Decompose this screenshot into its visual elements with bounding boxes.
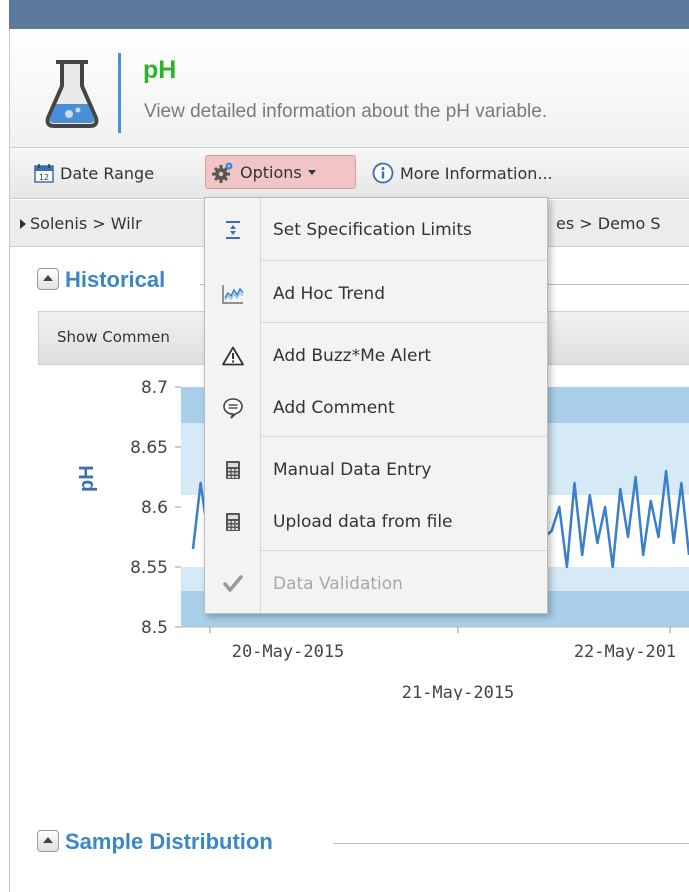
x-tick-label: 20-May-2015 xyxy=(232,642,345,662)
calendar-icon: 12 xyxy=(34,164,54,183)
breadcrumb-path-right[interactable]: es > Demo S xyxy=(556,214,661,233)
date-range-label: Date Range xyxy=(60,163,155,183)
historical-section-header[interactable]: Historical xyxy=(37,267,165,293)
breadcrumb-path-left[interactable]: Solenis > Wilr xyxy=(30,214,142,233)
menu-item-data-validation: Data Validation xyxy=(205,564,547,604)
speech-bubble-icon xyxy=(223,398,243,419)
show-comments-button[interactable]: Show Commen xyxy=(57,328,170,346)
menu-item-manual-data-entry[interactable]: Manual Data Entry xyxy=(205,450,547,490)
gears-icon xyxy=(212,162,233,183)
breadcrumb-expand-icon[interactable] xyxy=(20,219,26,229)
y-tick-label: 8.5 xyxy=(141,618,168,638)
date-range-button[interactable]: 12 Date Range xyxy=(34,158,154,188)
menu-item-set-specification-limits[interactable]: Set Specification Limits xyxy=(205,210,547,250)
menu-item-add-buzz-me-alert[interactable]: Add Buzz*Me Alert xyxy=(205,336,547,376)
x-tick-label: 21-May-2015 xyxy=(402,683,515,700)
more-information-button[interactable]: More Information... xyxy=(372,158,553,188)
y-tick-label: 8.7 xyxy=(141,378,168,398)
section-divider xyxy=(333,843,689,844)
warning-triangle-icon xyxy=(222,346,244,366)
chevron-down-icon xyxy=(307,169,316,175)
y-axis-label: pH xyxy=(76,465,98,492)
menu-item-add-comment[interactable]: Add Comment xyxy=(205,388,547,428)
menu-item-upload-data-from-file[interactable]: Upload data from file xyxy=(205,502,547,542)
y-tick-label: 8.65 xyxy=(130,438,168,458)
options-label: Options xyxy=(240,162,302,182)
menu-separator xyxy=(261,260,547,261)
x-tick-label: 22-May-201 xyxy=(574,642,676,662)
historical-title: Historical xyxy=(65,267,166,292)
page-subtitle: View detailed information about the pH v… xyxy=(144,101,548,122)
more-information-label: More Information... xyxy=(400,163,553,183)
calculator-icon xyxy=(226,513,240,531)
menu-separator xyxy=(261,322,547,323)
flask-icon xyxy=(45,60,99,128)
collapse-icon[interactable] xyxy=(37,830,59,853)
sample-distribution-section-header[interactable]: Sample Distribution xyxy=(37,829,273,855)
calculator-icon xyxy=(226,461,240,479)
menu-separator xyxy=(261,550,547,551)
spec-limits-icon xyxy=(226,221,240,239)
collapse-icon[interactable] xyxy=(37,268,59,291)
trend-chart-icon xyxy=(222,285,244,304)
options-dropdown-menu: Set Specification Limits Ad Hoc Trend Ad… xyxy=(204,197,548,614)
menu-item-ad-hoc-trend[interactable]: Ad Hoc Trend xyxy=(205,274,547,314)
options-button[interactable]: Options xyxy=(205,155,356,189)
svg-text:12: 12 xyxy=(39,173,49,182)
menu-separator xyxy=(261,436,547,437)
page-title: pH xyxy=(143,56,177,84)
y-tick-label: 8.6 xyxy=(141,498,168,518)
info-icon xyxy=(372,162,394,184)
top-bar xyxy=(9,0,689,29)
checkmark-icon xyxy=(223,575,243,592)
y-tick-label: 8.55 xyxy=(130,558,168,578)
sample-distribution-title: Sample Distribution xyxy=(65,829,273,854)
header-divider xyxy=(118,53,121,133)
page-header xyxy=(10,29,689,148)
